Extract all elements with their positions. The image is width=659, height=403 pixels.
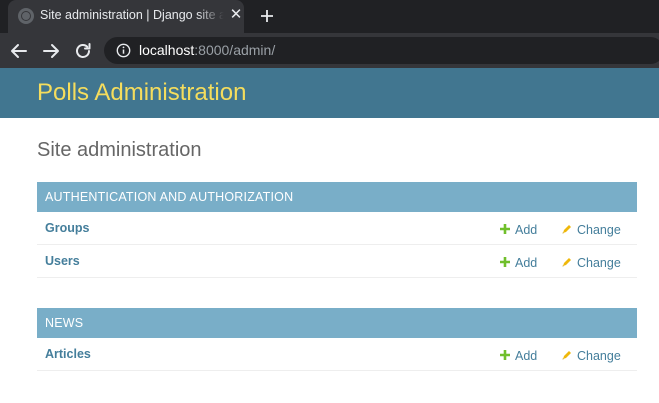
model-row-groups: Groups Add Change [37,212,637,245]
url-text: localhost:8000/admin/ [139,42,275,59]
add-groups-button[interactable]: Add [499,221,537,237]
new-tab-button[interactable] [256,5,278,27]
page-title: Site administration [37,139,202,161]
forward-button[interactable] [40,40,62,62]
add-label: Add [515,256,538,270]
browser-tab[interactable]: Site administration | Django site admin … [8,0,244,33]
add-users-button[interactable]: Add [499,254,537,270]
model-link-articles[interactable]: Articles [45,347,91,361]
browser-tab-strip: Site administration | Django site admin … [0,0,659,33]
add-label: Add [515,349,538,363]
address-bar[interactable]: localhost:8000/admin/ [104,37,659,64]
module-caption[interactable]: NEWS [37,308,637,338]
change-label: Change [577,256,621,270]
plus-icon [500,350,510,360]
admin-header: Polls Administration [0,68,659,118]
globe-icon [18,8,34,24]
arrow-left-icon [11,44,27,58]
tab-title: Site administration | Django site admin [40,8,224,22]
url-path: :8000/admin/ [194,42,276,58]
change-groups-button[interactable]: Change [561,221,621,237]
pencil-icon [562,351,571,360]
url-host: localhost [139,42,195,58]
add-articles-button[interactable]: Add [499,347,537,363]
reload-icon [76,43,91,58]
plus-icon [261,10,273,22]
change-label: Change [577,349,621,363]
pencil-icon [562,258,571,267]
arrow-right-icon [43,44,59,58]
change-users-button[interactable]: Change [561,254,621,270]
close-icon[interactable]: ✕ [228,7,244,23]
app-module-news: NEWS Articles Add Change [37,308,637,371]
model-row-users: Users Add Change [37,245,637,278]
add-label: Add [515,223,538,237]
change-label: Change [577,223,621,237]
back-button[interactable] [8,40,30,62]
model-link-users[interactable]: Users [45,254,80,268]
model-link-groups[interactable]: Groups [45,221,89,235]
pencil-icon [562,225,571,234]
reload-button[interactable] [72,40,94,62]
change-articles-button[interactable]: Change [561,347,621,363]
browser-toolbar: localhost:8000/admin/ [0,33,659,68]
site-name-link[interactable]: Polls Administration [37,79,246,107]
module-caption[interactable]: AUTHENTICATION AND AUTHORIZATION [37,182,637,212]
app-module-auth: AUTHENTICATION AND AUTHORIZATION Groups … [37,182,637,278]
model-row-articles: Articles Add Change [37,338,637,371]
info-icon[interactable] [116,43,131,58]
plus-icon [500,224,510,234]
plus-icon [500,257,510,267]
